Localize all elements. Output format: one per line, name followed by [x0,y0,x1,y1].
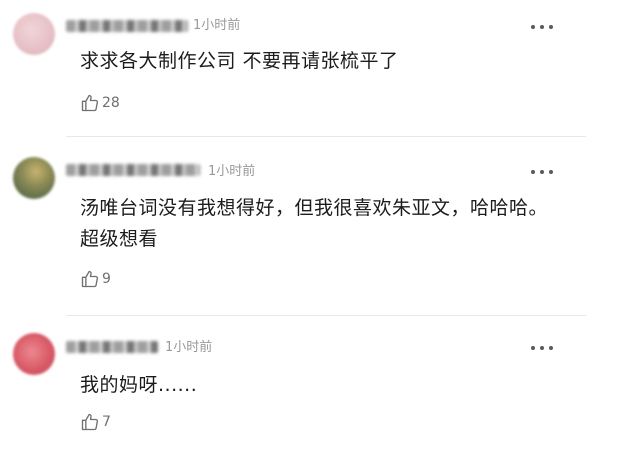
avatar[interactable] [13,333,55,375]
like-button[interactable]: 28 [80,92,120,114]
username-blurred[interactable] [66,164,200,176]
divider [66,136,586,137]
username-blurred[interactable] [66,20,188,32]
like-count: 9 [102,271,111,287]
comment-text: 我的妈呀...... [80,374,198,396]
comment-text: 汤唯台词没有我想得好，但我很喜欢朱亚文，哈哈哈。超级想看 [80,197,549,250]
thumbs-up-icon [81,94,99,112]
more-dots-icon[interactable] [531,344,553,352]
more-dots-icon[interactable] [531,168,553,176]
avatar[interactable] [13,157,55,199]
like-button[interactable]: 9 [80,268,111,290]
comment-list: 1小时前 求求各大制作公司 不要再请张梳平了 28 1小时前 汤唯台词没有我想得… [0,0,640,450]
like-count: 7 [102,414,111,430]
thumbs-up-icon [81,413,99,431]
comment-time: 1小时前 [193,18,241,33]
comment-time: 1小时前 [165,340,213,355]
like-count: 28 [102,95,120,111]
thumbs-up-icon [81,270,99,288]
divider [66,315,586,316]
username-blurred[interactable] [66,341,158,353]
comment-text: 求求各大制作公司 不要再请张梳平了 [80,50,399,72]
like-button[interactable]: 7 [80,411,111,433]
comment-time: 1小时前 [208,164,256,179]
more-dots-icon[interactable] [531,23,553,31]
avatar[interactable] [13,13,55,55]
